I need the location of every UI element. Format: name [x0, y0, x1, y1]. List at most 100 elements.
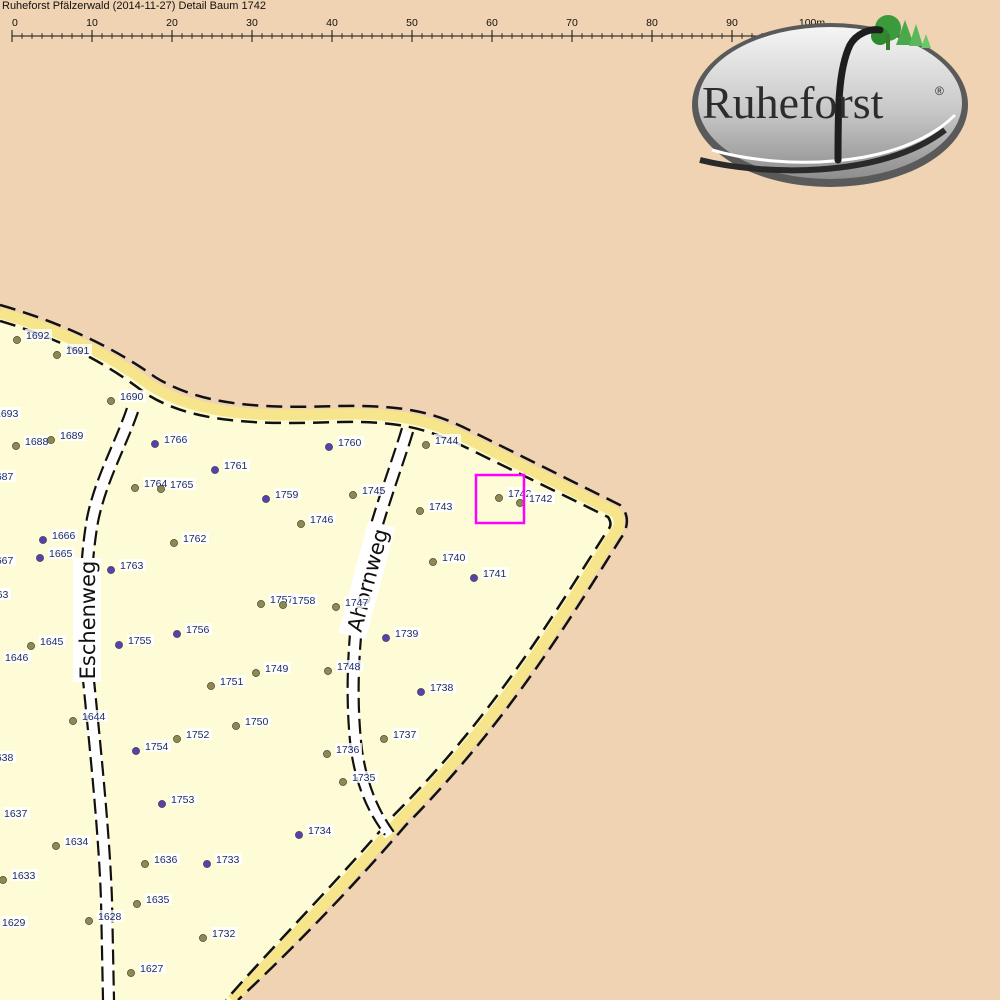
tree-label: 1666: [52, 530, 76, 542]
tree-label: 1744: [435, 435, 459, 447]
tree-marker[interactable]: [262, 495, 270, 503]
tree-marker[interactable]: [158, 800, 166, 808]
tree-label: 1634: [65, 836, 89, 848]
tree-marker[interactable]: [279, 601, 287, 609]
tree-marker[interactable]: [257, 600, 265, 608]
tree-label: 1689: [60, 430, 84, 442]
tree-marker[interactable]: [52, 842, 60, 850]
forest-map[interactable]: Eschenweg Ahornweg 169216911690169316881…: [0, 0, 1000, 1000]
tree-marker[interactable]: [349, 491, 357, 499]
tree-label: 1751: [220, 676, 244, 688]
tree-label: 1749: [265, 663, 289, 675]
tree-marker[interactable]: [107, 566, 115, 574]
tree-label: 1753: [171, 794, 195, 806]
tree-marker[interactable]: [422, 441, 430, 449]
tree-marker[interactable]: [107, 397, 115, 405]
tree-marker[interactable]: [53, 351, 61, 359]
tree-marker[interactable]: [133, 900, 141, 908]
tree-marker[interactable]: [115, 641, 123, 649]
tree-label: 1637: [4, 808, 28, 820]
tree-marker[interactable]: [47, 436, 55, 444]
tree-marker[interactable]: [131, 484, 139, 492]
tree-marker[interactable]: [295, 831, 303, 839]
tree-label: 1743: [429, 501, 453, 513]
scale-label: 20: [166, 17, 178, 29]
tree-marker[interactable]: [252, 669, 260, 677]
tree-marker[interactable]: [382, 634, 390, 642]
tree-marker[interactable]: [416, 507, 424, 515]
tree-label: 1737: [393, 729, 417, 741]
scale-label: 40: [326, 17, 338, 29]
scale-label: 10: [86, 17, 98, 29]
tree-label: 1667: [0, 555, 14, 567]
tree-label: 1691: [66, 345, 90, 357]
tree-marker[interactable]: [12, 442, 20, 450]
tree-marker[interactable]: [339, 778, 347, 786]
tree-label: 1745: [362, 485, 386, 497]
tree-marker[interactable]: [39, 536, 47, 544]
tree-marker[interactable]: [199, 934, 207, 942]
tree-marker[interactable]: [516, 499, 524, 507]
tree-marker[interactable]: [232, 722, 240, 730]
scale-label: 80: [646, 17, 658, 29]
tree-marker[interactable]: [211, 466, 219, 474]
tree-label: 1638: [0, 752, 14, 764]
tree-marker[interactable]: [470, 574, 478, 582]
tree-marker[interactable]: [324, 667, 332, 675]
tree-label: 1646: [5, 652, 29, 664]
tree-marker[interactable]: [132, 747, 140, 755]
tree-marker[interactable]: [0, 876, 7, 884]
tree-marker[interactable]: [13, 336, 21, 344]
tree-label: 1633: [12, 870, 36, 882]
tree-label: 1736: [336, 744, 360, 756]
tree-marker[interactable]: [207, 682, 215, 690]
tree-marker[interactable]: [429, 558, 437, 566]
tree-label: 1742: [508, 488, 532, 500]
tree-marker[interactable]: [151, 440, 159, 448]
ruheforst-logo: Ruheforst ®: [692, 15, 968, 187]
scale-label: 70: [566, 17, 578, 29]
tree-label: 1687: [0, 471, 14, 483]
tree-marker[interactable]: [170, 539, 178, 547]
tree-label: 1741: [483, 568, 507, 580]
scale-label: 0: [12, 17, 18, 29]
tree-marker[interactable]: [69, 717, 77, 725]
tree-label: 1742: [529, 493, 553, 505]
tree-label: 1734: [308, 825, 332, 837]
tree-label: 1754: [145, 741, 169, 753]
tree-label: 1747: [345, 597, 369, 609]
tree-label: 1766: [164, 434, 188, 446]
tree-label: 1735: [352, 772, 376, 784]
tree-marker[interactable]: [85, 917, 93, 925]
tree-marker[interactable]: [332, 603, 340, 611]
tree-marker[interactable]: [323, 750, 331, 758]
scale-bar: 0 10 20 30 40 50 60 70 80 90 100m: [11, 17, 825, 42]
logo-text: Ruheforst: [702, 77, 884, 128]
tree-label: 1755: [128, 635, 152, 647]
tree-marker[interactable]: [495, 494, 503, 502]
tree-marker[interactable]: [157, 485, 165, 493]
tree-label: 1762: [183, 533, 207, 545]
tree-label: 1756: [186, 624, 210, 636]
tree-label: 1763: [120, 560, 144, 572]
tree-label: 1738: [430, 682, 454, 694]
tree-label: 1740: [442, 552, 466, 564]
tree-marker[interactable]: [173, 630, 181, 638]
tree-marker[interactable]: [325, 443, 333, 451]
tree-label: 1688: [25, 436, 49, 448]
tree-marker[interactable]: [27, 642, 35, 650]
tree-marker[interactable]: [297, 520, 305, 528]
tree-label: 1739: [395, 628, 419, 640]
tree-marker[interactable]: [417, 688, 425, 696]
map-view[interactable]: Ruheforst Pfälzerwald (2014-11-27) Detai…: [0, 0, 1000, 1000]
tree-marker[interactable]: [380, 735, 388, 743]
scale-label: 90: [726, 17, 738, 29]
tree-marker[interactable]: [203, 860, 211, 868]
scale-label: 50: [406, 17, 418, 29]
tree-label: 1750: [245, 716, 269, 728]
tree-label: 1758: [292, 595, 316, 607]
tree-marker[interactable]: [141, 860, 149, 868]
tree-marker[interactable]: [173, 735, 181, 743]
tree-marker[interactable]: [127, 969, 135, 977]
tree-marker[interactable]: [36, 554, 44, 562]
